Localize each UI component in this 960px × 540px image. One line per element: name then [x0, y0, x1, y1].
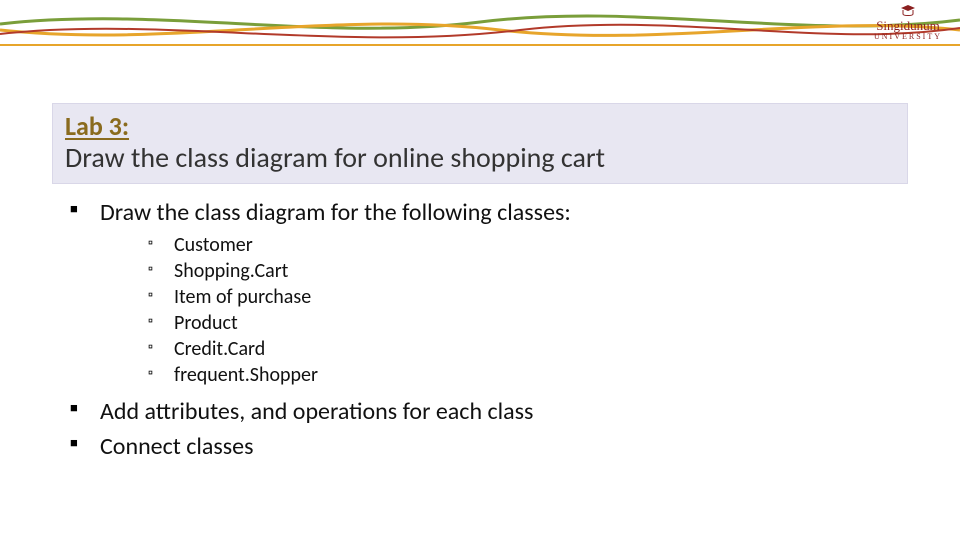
logo-subtitle: UNIVERSITY: [874, 33, 942, 42]
title-box: Lab 3: Draw the class diagram for online…: [52, 103, 908, 184]
bullet-item: Connect classes: [70, 432, 571, 461]
sub-bullet: Product: [148, 311, 571, 335]
sub-bullet: Shopping.Cart: [148, 259, 571, 283]
bullet-item: Add attributes, and operations for each …: [70, 397, 571, 426]
logo-name: Singidunum: [874, 19, 942, 33]
slide-subtitle: Draw the class diagram for online shoppi…: [65, 140, 895, 175]
bullet-item: Draw the class diagram for the following…: [70, 198, 571, 387]
sub-bullet: frequent.Shopper: [148, 363, 571, 387]
lab-label: Lab 3:: [65, 110, 895, 142]
sub-bullet: Item of purchase: [148, 285, 571, 309]
university-logo: Singidunum UNIVERSITY: [874, 4, 942, 42]
bullet-text: Draw the class diagram for the following…: [100, 198, 571, 227]
bullet-text: Connect classes: [100, 432, 253, 461]
slide-content: Draw the class diagram for the following…: [70, 198, 571, 467]
sub-bullet: Customer: [148, 233, 571, 257]
header-waves: [0, 0, 960, 60]
crest-icon: [899, 4, 917, 18]
sub-bullet: Credit.Card: [148, 337, 571, 361]
bullet-text: Add attributes, and operations for each …: [100, 397, 533, 426]
